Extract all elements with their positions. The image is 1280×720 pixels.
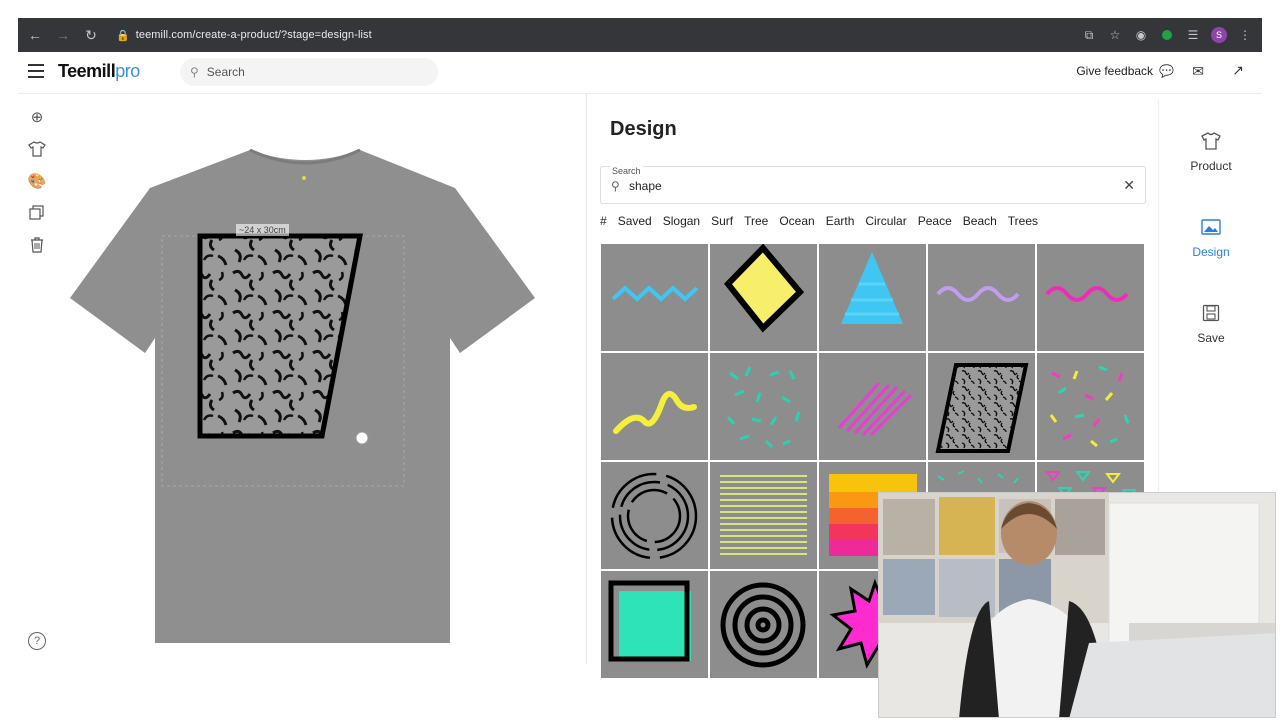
design-tile-stripes-lime[interactable] — [710, 462, 817, 569]
search-value[interactable]: shape — [629, 179, 662, 193]
browser-toolbar: ← → ↻ 🔒 teemill.com/create-a-product/?st… — [18, 18, 1262, 52]
app-frame: { "browser": { "url": "teemill.com/creat… — [0, 0, 1280, 720]
design-tile-wave-lilac[interactable] — [928, 244, 1035, 351]
design-tile-confetti-multicolor[interactable] — [1037, 353, 1144, 460]
palette-icon[interactable]: 🎨 — [26, 170, 48, 192]
reading-list-icon[interactable]: ☰ — [1184, 24, 1202, 46]
webcam-overlay — [878, 492, 1276, 718]
address-bar[interactable]: teemill.com/create-a-product/?stage=desi… — [136, 29, 372, 41]
left-toolbar: ⊕ 🎨 — [26, 106, 48, 266]
extension-status-icon[interactable] — [1158, 24, 1176, 46]
design-tile-target-circles-black[interactable] — [710, 571, 817, 678]
image-icon — [1159, 218, 1263, 241]
tag-hash[interactable]: # — [600, 214, 607, 228]
tag-tree[interactable]: Tree — [744, 214, 768, 228]
design-tile-scribble-cone-blue[interactable] — [819, 244, 926, 351]
tag-surf[interactable]: Surf — [711, 214, 733, 228]
tshirt-preview — [70, 148, 535, 643]
search-icon: ⚲ — [611, 179, 620, 193]
give-feedback-label: Give feedback — [1076, 64, 1154, 78]
chat-bubble-icon: 💬 — [1159, 64, 1174, 78]
panel-divider — [586, 94, 587, 664]
design-tile-confetti-teal[interactable] — [710, 353, 817, 460]
nav-product-label: Product — [1190, 159, 1232, 173]
hamburger-menu-icon[interactable] — [28, 64, 44, 78]
nav-design-label: Design — [1192, 245, 1230, 259]
tshirt-outline-icon[interactable] — [26, 138, 48, 160]
lock-icon: 🔒 — [116, 29, 130, 42]
nav-design[interactable]: Design — [1159, 218, 1263, 259]
logo[interactable]: Teemillpro — [58, 61, 140, 82]
tag-saved[interactable]: Saved — [618, 214, 652, 228]
layers-copy-icon[interactable] — [26, 202, 48, 224]
bookmark-star-icon[interactable]: ☆ — [1106, 24, 1124, 46]
design-tile-brush-pink[interactable] — [819, 353, 926, 460]
design-tile-wave-pink[interactable] — [1037, 244, 1144, 351]
design-tile-squiggle-yellow[interactable] — [601, 353, 708, 460]
tag-circular[interactable]: Circular — [865, 214, 906, 228]
help-icon[interactable]: ? — [28, 632, 46, 650]
tag-slogan[interactable]: Slogan — [663, 214, 700, 228]
webcam-image — [879, 493, 1275, 717]
kebab-menu-icon[interactable]: ⋮ — [1236, 24, 1254, 46]
print-size-label: ~24 x 30cm — [236, 224, 289, 236]
forward-icon[interactable]: → — [52, 24, 74, 46]
external-link-icon[interactable]: ↗ — [1232, 62, 1244, 79]
search-placeholder: Search — [206, 65, 245, 79]
tag-filter-bar: # Saved Slogan Surf Tree Ocean Earth Cir… — [600, 214, 1049, 228]
tag-trees[interactable]: Trees — [1008, 214, 1038, 228]
tag-ocean[interactable]: Ocean — [779, 214, 814, 228]
nav-product[interactable]: Product — [1159, 132, 1263, 173]
tshirt-icon — [1159, 132, 1263, 155]
nav-save-label: Save — [1197, 331, 1225, 345]
design-tile-pattern-parallelogram-black[interactable] — [928, 353, 1035, 460]
back-icon[interactable]: ← — [24, 24, 46, 46]
tag-beach[interactable]: Beach — [963, 214, 997, 228]
design-tile-concentric-circles-black[interactable] — [601, 462, 708, 569]
clear-search-icon[interactable]: ✕ — [1123, 177, 1135, 194]
design-tile-square-teal-frame[interactable] — [601, 571, 708, 678]
design-tile-zigzag-blue[interactable] — [601, 244, 708, 351]
design-tile-diamond-yellow[interactable] — [710, 244, 817, 351]
mail-icon[interactable]: ✉ — [1192, 63, 1204, 80]
zoom-icon[interactable]: ⊕ — [26, 106, 48, 128]
trash-icon[interactable] — [26, 234, 48, 256]
design-canvas[interactable]: ~24 x 30cm — [60, 100, 586, 660]
open-tab-icon[interactable]: ⧉ — [1080, 24, 1098, 46]
reload-icon[interactable]: ↻ — [80, 24, 102, 46]
app-header: Teemillpro ⚲ Search Give feedback 💬 ✉ ↗ — [18, 52, 1262, 94]
save-icon — [1159, 304, 1263, 327]
tag-earth[interactable]: Earth — [826, 214, 855, 228]
camera-extension-icon[interactable]: ◉ — [1132, 24, 1150, 46]
search-input[interactable]: ⚲ Search — [180, 58, 438, 86]
search-icon: ⚲ — [190, 65, 199, 79]
avatar[interactable]: S — [1210, 24, 1228, 46]
panel-title: Design — [610, 118, 677, 140]
give-feedback-button[interactable]: Give feedback 💬 — [1076, 64, 1174, 78]
nav-save[interactable]: Save — [1159, 304, 1263, 345]
design-search-input[interactable]: Search ⚲ shape ✕ — [600, 166, 1146, 204]
tag-peace[interactable]: Peace — [918, 214, 952, 228]
search-field-label: Search — [610, 166, 643, 176]
